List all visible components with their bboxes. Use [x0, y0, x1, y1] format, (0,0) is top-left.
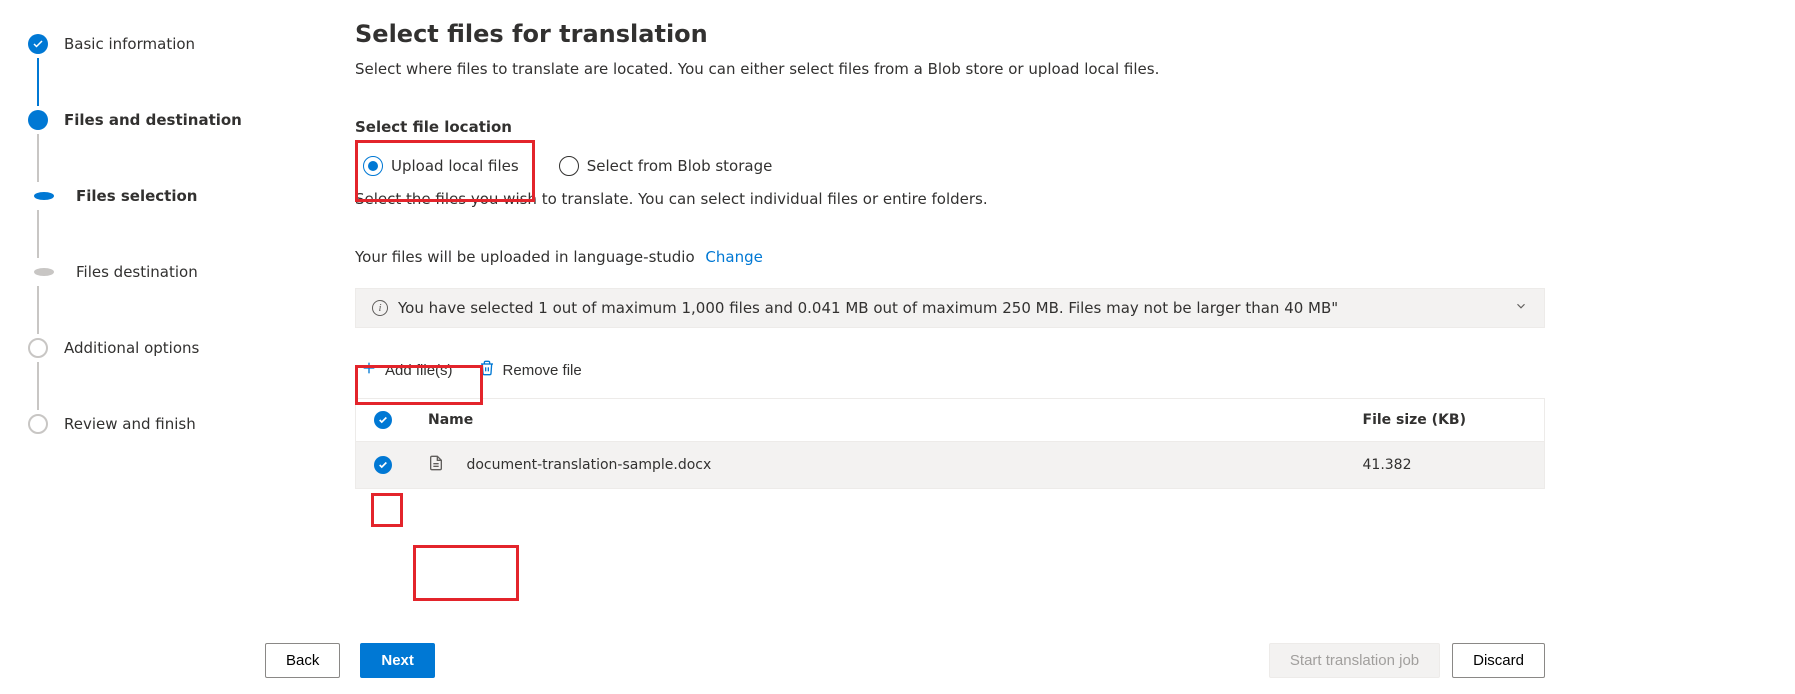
wizard-step-label: Files destination	[76, 263, 198, 281]
wizard-step-additional-options[interactable]: Additional options	[28, 334, 290, 362]
row-checkbox-cell[interactable]	[356, 442, 411, 489]
column-name[interactable]: Name	[410, 399, 1345, 442]
radio-icon	[363, 156, 383, 176]
remove-file-button[interactable]: Remove file	[473, 356, 590, 384]
wizard-step-label: Review and finish	[64, 415, 196, 433]
future-step-icon	[28, 414, 48, 434]
wizard-connector	[37, 286, 39, 334]
change-link[interactable]: Change	[705, 248, 762, 266]
file-toolbar: Add file(s) Remove file	[355, 356, 1545, 384]
substep-dot-icon	[34, 192, 54, 200]
wizard-footer: Back Next Start translation job Discard	[310, 643, 1795, 678]
substep-dot-icon	[34, 268, 54, 276]
row-name-cell: document-translation-sample.docx	[410, 442, 1345, 489]
wizard-step-review-finish[interactable]: Review and finish	[28, 410, 290, 438]
wizard-sidebar: Basic information Files and destination …	[0, 0, 310, 694]
info-icon: i	[372, 300, 388, 316]
wizard-connector	[37, 362, 39, 410]
upload-note-text: Your files will be uploaded in language-…	[355, 248, 695, 266]
wizard-step-basic-information[interactable]: Basic information	[28, 30, 290, 58]
discard-button[interactable]: Discard	[1452, 643, 1545, 678]
add-files-label: Add file(s)	[385, 362, 453, 379]
check-circle-icon	[374, 411, 392, 429]
file-table: Name File size (KB) document-translation…	[355, 398, 1545, 489]
wizard-step-files-destination[interactable]: Files and destination	[28, 106, 290, 134]
plus-icon	[361, 360, 377, 380]
wizard-connector	[37, 58, 39, 106]
helper-text: Select the files you wish to translate. …	[355, 190, 1545, 208]
remove-file-label: Remove file	[503, 362, 582, 379]
radio-upload-local[interactable]: Upload local files	[355, 150, 527, 182]
wizard-step-label: Additional options	[64, 339, 199, 357]
current-step-icon	[28, 110, 48, 130]
wizard-substep-files-dest[interactable]: Files destination	[28, 258, 290, 286]
radio-label: Upload local files	[391, 157, 519, 175]
wizard-connector	[37, 210, 39, 258]
column-size[interactable]: File size (KB)	[1345, 399, 1545, 442]
upload-note: Your files will be uploaded in language-…	[355, 248, 1545, 266]
start-translation-button: Start translation job	[1269, 643, 1440, 678]
document-icon	[428, 460, 448, 476]
radio-blob-storage[interactable]: Select from Blob storage	[551, 150, 781, 182]
check-circle-icon	[28, 34, 48, 54]
file-location-label: Select file location	[355, 118, 1545, 136]
row-file-name: document-translation-sample.docx	[466, 457, 711, 473]
main-content: Select files for translation Select wher…	[310, 0, 1795, 694]
chevron-down-icon	[1514, 299, 1528, 317]
wizard-connector	[37, 134, 39, 182]
radio-icon	[559, 156, 579, 176]
check-circle-icon	[374, 456, 392, 474]
row-size-cell: 41.382	[1345, 442, 1545, 489]
next-button[interactable]: Next	[360, 643, 435, 678]
add-files-button[interactable]: Add file(s)	[355, 356, 461, 384]
radio-label: Select from Blob storage	[587, 157, 773, 175]
info-banner[interactable]: i You have selected 1 out of maximum 1,0…	[355, 288, 1545, 328]
wizard-step-label: Basic information	[64, 35, 195, 53]
info-banner-text: You have selected 1 out of maximum 1,000…	[398, 299, 1504, 317]
wizard-step-label: Files selection	[76, 187, 197, 205]
file-location-radio-group: Upload local files Select from Blob stor…	[355, 150, 1545, 182]
trash-icon	[479, 360, 495, 380]
table-header-row: Name File size (KB)	[356, 399, 1545, 442]
select-all-header[interactable]	[356, 399, 411, 442]
page-description: Select where files to translate are loca…	[355, 60, 1545, 78]
table-row[interactable]: document-translation-sample.docx 41.382	[356, 442, 1545, 489]
wizard-substep-files-selection[interactable]: Files selection	[28, 182, 290, 210]
wizard-step-label: Files and destination	[64, 111, 242, 129]
future-step-icon	[28, 338, 48, 358]
back-button[interactable]: Back	[265, 643, 340, 678]
page-title: Select files for translation	[355, 20, 1545, 48]
